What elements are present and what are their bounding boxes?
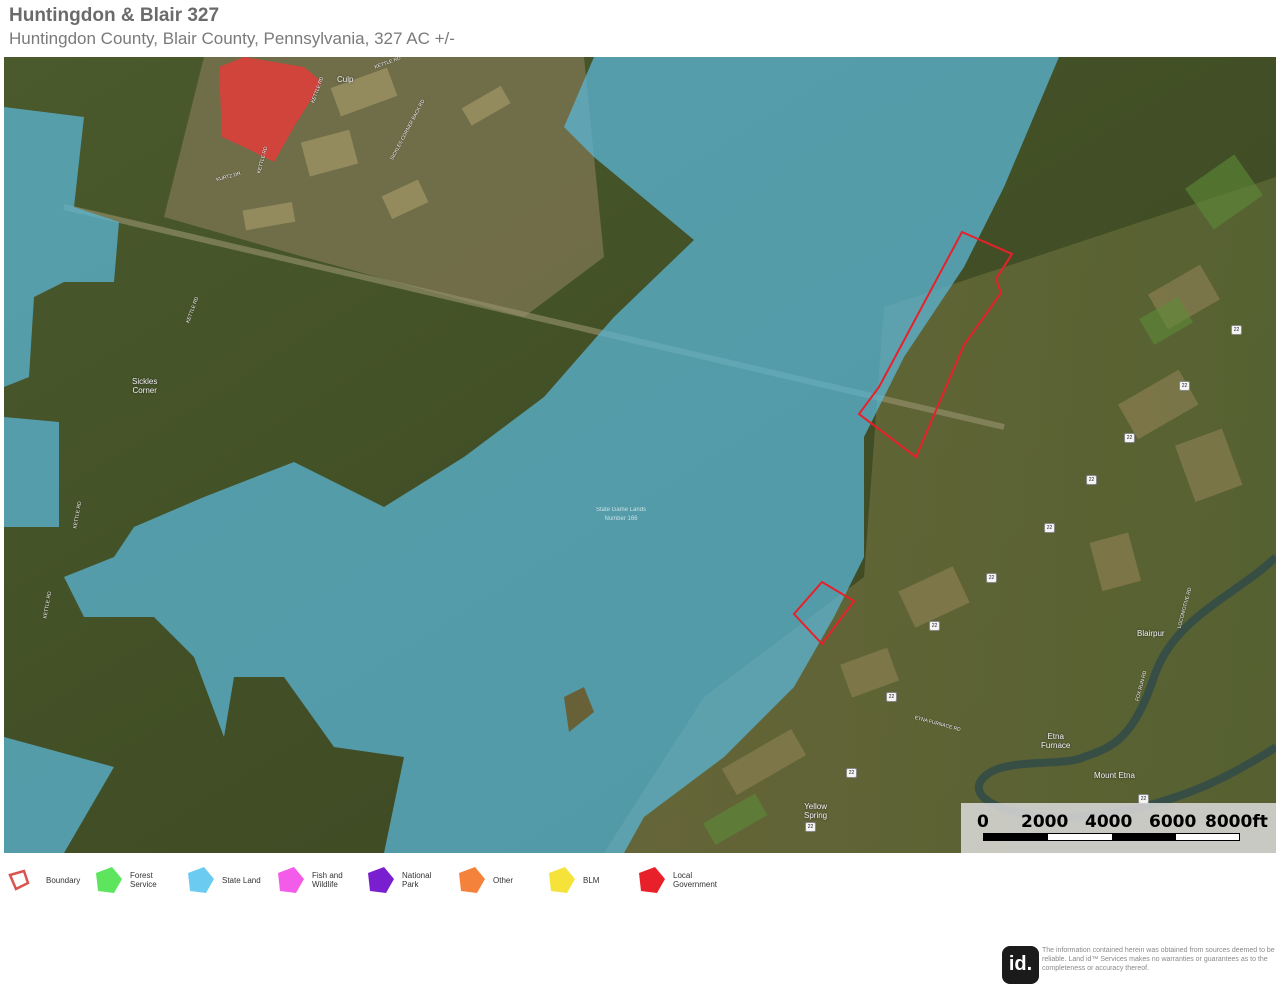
polygon-icon: [96, 867, 122, 893]
place-label-yellow-spring: Yellow Spring: [804, 802, 828, 820]
legend-item-boundary: Boundary: [8, 864, 94, 896]
place-label-culp: Culp: [337, 75, 354, 84]
legend-label: Fish and Wildlife: [312, 871, 343, 889]
polygon-icon: [459, 867, 485, 893]
legend-label: State Land: [222, 875, 261, 885]
landid-logo: id.: [1002, 946, 1039, 984]
map-legend: Boundary Forest Service State Land Fish and…: [0, 864, 800, 904]
place-label-blairpur: Blairpur: [1137, 629, 1165, 638]
scale-label: 6000: [1149, 812, 1197, 832]
polygon-icon: [639, 867, 665, 893]
route-shield: 22: [1124, 433, 1135, 443]
legend-label: Other: [493, 875, 514, 885]
route-shield: 22: [1044, 523, 1055, 533]
route-shield: 22: [929, 621, 940, 631]
satellite-map[interactable]: Culp Sickles Corner Blairpur Etna Furnac…: [4, 57, 1276, 853]
legend-label: Forest Service: [130, 871, 157, 889]
polygon-icon: [278, 867, 304, 893]
legend-item-forest-service: Forest Service: [92, 864, 178, 896]
disclaimer: id. The information contained herein was…: [1002, 946, 1278, 986]
polygon-icon: [188, 867, 214, 893]
scale-label: 4000: [1085, 812, 1133, 832]
legend-item-local-government: Local Government: [635, 864, 721, 896]
legend-item-blm: BLM: [545, 864, 631, 896]
place-label-etna-furnace: Etna Furnace: [1041, 732, 1071, 750]
place-label-state-game-lands: State Game Lands Number 166: [596, 507, 647, 522]
route-shield: 22: [846, 768, 857, 778]
route-shield: 22: [986, 573, 997, 583]
route-shield: 22: [1179, 381, 1190, 391]
polygon-icon: [368, 867, 394, 893]
route-shield: 22: [1231, 325, 1242, 335]
place-label-mount-etna: Mount Etna: [1094, 771, 1135, 780]
scale-label: 2000: [1021, 812, 1069, 832]
legend-item-fish-wildlife: Fish and Wildlife: [274, 864, 360, 896]
legend-label: Boundary: [46, 875, 81, 885]
scale-label: 8000ft: [1205, 812, 1268, 832]
map-subtitle: Huntingdon County, Blair County, Pennsyl…: [9, 29, 455, 48]
route-shield: 22: [886, 692, 897, 702]
legend-item-other: Other: [455, 864, 541, 896]
legend-label: National Park: [402, 871, 432, 889]
disclaimer-text: The information contained herein was obt…: [1042, 947, 1275, 972]
legend-item-national-park: National Park: [364, 864, 450, 896]
polygon-icon: [549, 867, 575, 893]
scale-bar: 0 2000 4000 6000 8000ft: [961, 803, 1276, 853]
outline-polygon-icon: [8, 869, 30, 891]
place-label-sickles-corner: Sickles Corner: [132, 377, 158, 395]
map-title: Huntingdon & Blair 327: [9, 5, 220, 26]
legend-label: Local Government: [673, 871, 718, 889]
scale-graduation: [983, 833, 1240, 841]
scale-label: 0: [977, 812, 989, 832]
route-shield: 22: [1086, 475, 1097, 485]
map-canvas: [4, 57, 1276, 853]
route-shield: 22: [805, 822, 816, 832]
legend-label: BLM: [583, 875, 600, 885]
legend-item-state-land: State Land: [184, 864, 270, 896]
